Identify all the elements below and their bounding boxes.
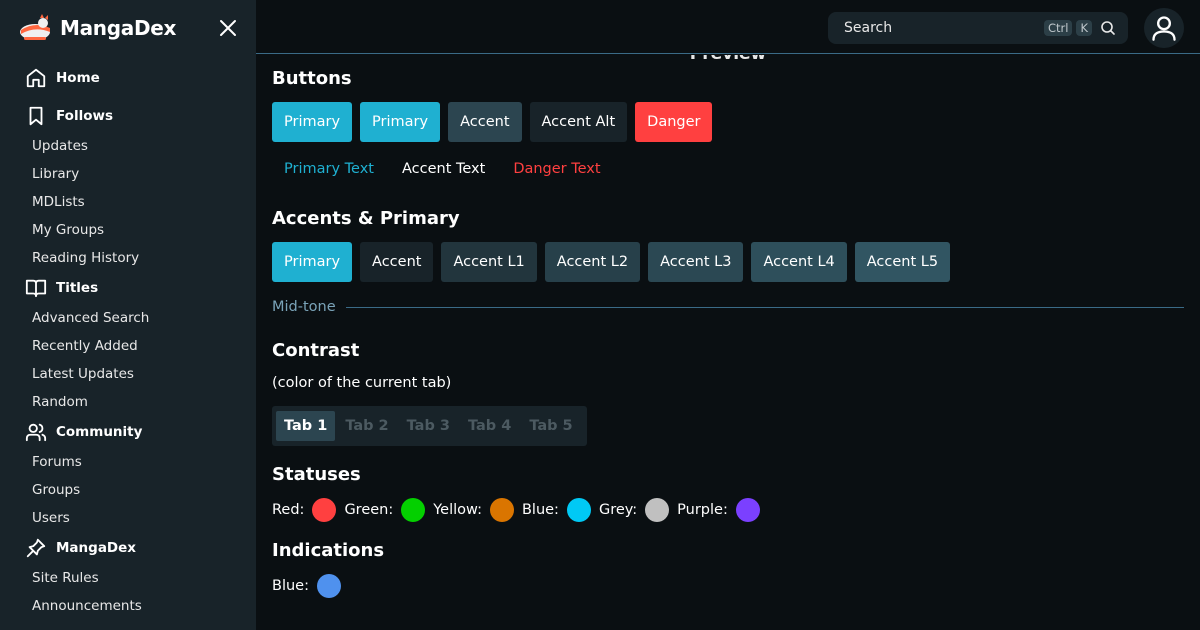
search-input[interactable]: Search Ctrl K [828,12,1128,44]
sidebar-nav: Home Follows Updates Library MDLists My … [0,62,256,620]
tab-tab-2[interactable]: Tab 2 [337,411,396,441]
mangadex-logo-icon [20,14,50,40]
sidebar-item-reading-history[interactable]: Reading History [0,244,256,272]
sidebar-item-library[interactable]: Library [0,160,256,188]
status-dot-red [312,498,337,522]
accent-l2-swatch-button[interactable]: Accent L2 [544,242,641,282]
sidebar-item-forums[interactable]: Forums [0,448,256,476]
search-placeholder: Search [844,20,893,36]
accents-row: Primary Accent Accent L1 Accent L2 Accent L3… [272,242,951,282]
user-icon [1152,16,1176,41]
sidebar-item-titles[interactable]: Titles [0,272,256,304]
divider-line [345,306,1184,308]
status-dot-yellow [489,498,514,522]
statuses-row: Red: Green: Yellow: Blue: Grey: Purple: [272,498,768,522]
midtone-label: Mid-tone [272,299,336,315]
tab-bar: Tab 1 Tab 2 Tab 3 Tab 4 Tab 5 [272,406,587,446]
accent-text-button[interactable]: Accent Text [390,149,501,189]
brand-name: MangaDex [60,16,177,40]
accent-l5-swatch-button[interactable]: Accent L5 [854,242,951,282]
sidebar-item-advanced-search[interactable]: Advanced Search [0,304,256,332]
status-label-purple: Purple: [677,502,728,518]
sidebar-item-latest-updates[interactable]: Latest Updates [0,360,256,388]
sidebar-item-announcements[interactable]: Announcements [0,592,256,620]
primary-button[interactable]: Primary [272,102,353,142]
avatar[interactable] [1144,8,1184,48]
close-sidebar-icon[interactable] [216,16,240,40]
search-icon[interactable] [1100,20,1116,36]
status-label-blue: Blue: [521,502,559,518]
tab-tab-5[interactable]: Tab 5 [521,411,580,441]
tab-tab-3[interactable]: Tab 3 [399,411,458,441]
sidebar-item-site-rules[interactable]: Site Rules [0,564,256,592]
shortcut-ctrl-key: Ctrl [1043,20,1073,36]
tab-tab-4[interactable]: Tab 4 [460,411,519,441]
preview-label: Preview [256,55,1200,64]
sidebar-item-recently-added[interactable]: Recently Added [0,332,256,360]
status-dot-blue [566,498,591,522]
text-buttons-row: Primary Text Accent Text Danger Text [272,149,617,189]
sidebar-section-label: Community [56,424,143,440]
sidebar-item-community[interactable]: Community [0,416,256,448]
sidebar-item-follows[interactable]: Follows [0,100,256,132]
status-label-green: Green: [344,502,394,518]
buttons-heading: Buttons [272,68,352,89]
brand[interactable]: MangaDex [18,12,176,44]
pin-icon [24,536,48,560]
accent-l1-swatch-button[interactable]: Accent L1 [441,242,537,282]
midtone-divider: Mid-tone [272,299,1184,315]
buttons-row: Primary Primary Accent Accent Alt Danger [272,102,713,142]
sidebar: MangaDex Home Follows Updates Library MD… [0,0,256,630]
sidebar-section-label: MangaDex [56,540,136,556]
sidebar-item-mdlists[interactable]: MDLists [0,188,256,216]
primary-swatch-button[interactable]: Primary [272,242,353,282]
status-dot-green [401,498,426,522]
main-content: Preview Buttons PrimaryPrimaryAccentAcce… [256,55,1200,630]
status-label-grey: Grey: [598,502,638,518]
contrast-heading: Contrast [272,340,360,361]
status-dot-grey [645,498,670,522]
status-label-yellow: Yellow: [433,502,482,518]
status-dot-purple [735,498,760,522]
danger-text-button[interactable]: Danger Text [501,149,616,189]
indications-heading: Indications [272,540,385,561]
indications-row: Blue: [272,574,349,598]
sidebar-item-my-groups[interactable]: My Groups [0,216,256,244]
status-label-blue: Blue: [272,578,309,594]
accent-alt-button[interactable]: Accent Alt [529,102,628,142]
shortcut-k-key: K [1076,20,1092,36]
book-icon [24,276,48,300]
bookmark-icon [24,104,48,128]
statuses-heading: Statuses [272,464,361,485]
contrast-note: (color of the current tab) [272,375,452,391]
users-icon [24,420,48,444]
accent-l3-swatch-button[interactable]: Accent L3 [648,242,744,282]
accents-heading: Accents & Primary [272,208,460,229]
danger-button[interactable]: Danger [635,102,713,142]
sidebar-item-updates[interactable]: Updates [0,132,256,160]
accent-l4-swatch-button[interactable]: Accent L4 [751,242,847,282]
sidebar-section-label: Home [56,70,100,86]
sidebar-item-users[interactable]: Users [0,504,256,532]
primary-button[interactable]: Primary [360,102,441,142]
sidebar-section-label: Titles [56,280,99,296]
accent-button[interactable]: Accent [448,102,522,142]
sidebar-item-home[interactable]: Home [0,62,256,94]
sidebar-section-label: Follows [56,108,113,124]
status-label-red: Red: [272,502,305,518]
home-icon [24,66,48,90]
topbar: Search Ctrl K [256,0,1200,54]
sidebar-item-random[interactable]: Random [0,388,256,416]
accent-swatch-button[interactable]: Accent [360,242,434,282]
tab-tab-1[interactable]: Tab 1 [276,411,336,441]
status-dot-blue [316,574,341,598]
sidebar-item-mangadex[interactable]: MangaDex [0,532,256,564]
primary-text-button[interactable]: Primary Text [272,149,390,189]
sidebar-item-groups[interactable]: Groups [0,476,256,504]
